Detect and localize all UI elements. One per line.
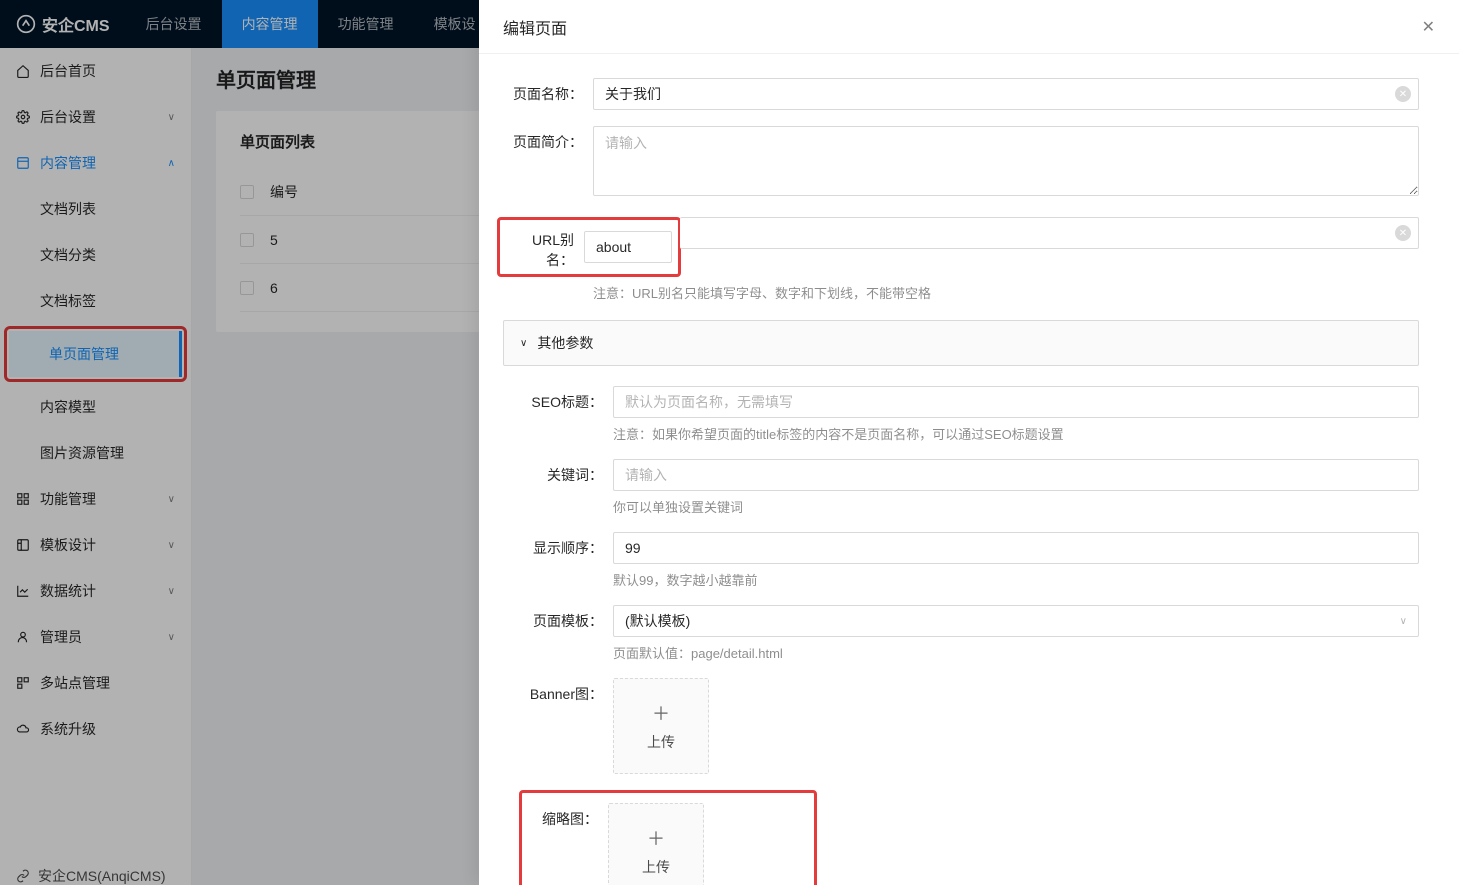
label-page-name: 页面名称：	[503, 78, 593, 110]
label-page-intro: 页面简介：	[503, 126, 593, 201]
input-url-alias[interactable]	[584, 231, 672, 263]
drawer: 编辑页面 ✕ 页面名称： ✕ 页面简介： URL别名： ✕	[479, 0, 1459, 885]
input-page-name[interactable]	[593, 78, 1419, 110]
upload-banner[interactable]: ＋ 上传	[613, 678, 709, 774]
select-value: (默认模板)	[625, 611, 690, 631]
chevron-down-icon: ∨	[520, 338, 527, 349]
clear-icon[interactable]: ✕	[1395, 225, 1411, 241]
label-order: 显示顺序：	[523, 532, 613, 589]
collapse-title: 其他参数	[537, 333, 593, 353]
chevron-down-icon: ∨	[1400, 616, 1407, 627]
select-template[interactable]: (默认模板) ∨	[613, 605, 1419, 637]
close-icon[interactable]: ✕	[1422, 17, 1435, 37]
label-url-alias: URL别名：	[506, 224, 584, 270]
input-seo-title[interactable]	[613, 386, 1419, 418]
textarea-page-intro[interactable]	[593, 126, 1419, 196]
plus-icon: ＋	[652, 700, 670, 726]
drawer-header: 编辑页面 ✕	[479, 0, 1459, 54]
label-thumb: 缩略图：	[522, 803, 608, 885]
collapse-other-params[interactable]: ∨ 其他参数	[503, 320, 1419, 366]
hint-template: 页面默认值：page/detail.html	[613, 643, 1419, 662]
hint-url-alias: 注意：URL别名只能填写字母、数字和下划线，不能带空格	[593, 283, 1419, 302]
upload-thumb[interactable]: ＋ 上传	[608, 803, 704, 885]
label-seo-title: SEO标题：	[523, 386, 613, 443]
hint-order: 默认99，数字越小越靠前	[613, 570, 1419, 589]
hint-seo-title: 注意：如果你希望页面的title标签的内容不是页面名称，可以通过SEO标题设置	[613, 424, 1419, 443]
label-template: 页面模板：	[523, 605, 613, 662]
plus-icon: ＋	[647, 825, 665, 851]
label-keywords: 关键词：	[523, 459, 613, 516]
upload-label: 上传	[647, 732, 675, 752]
clear-icon[interactable]: ✕	[1395, 86, 1411, 102]
hint-keywords: 你可以单独设置关键词	[613, 497, 1419, 516]
input-url-alias-ext[interactable]	[680, 217, 1419, 249]
drawer-title: 编辑页面	[503, 15, 567, 39]
upload-label: 上传	[642, 857, 670, 877]
input-keywords[interactable]	[613, 459, 1419, 491]
label-banner: Banner图：	[523, 678, 613, 774]
drawer-body: 页面名称： ✕ 页面简介： URL别名： ✕ 注意：URL别名只能填写字母、数字…	[479, 54, 1459, 885]
input-order[interactable]	[613, 532, 1419, 564]
